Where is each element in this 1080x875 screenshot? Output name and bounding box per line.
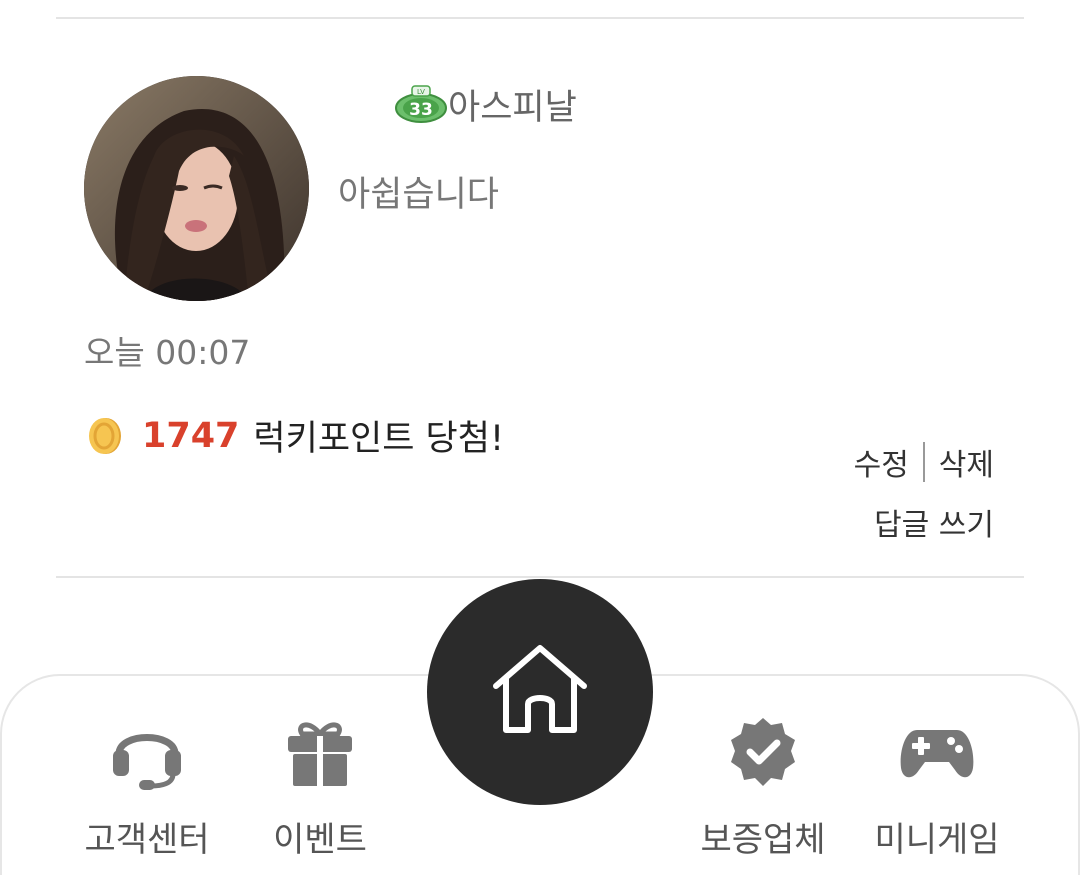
coin-icon xyxy=(86,415,124,457)
nav-minigame[interactable]: 미니게임 xyxy=(852,676,1022,875)
level-prefix: LV xyxy=(417,88,425,96)
nav-guaranteed-partners[interactable]: 보증업체 xyxy=(678,676,848,875)
comment-actions: 수정 삭제 xyxy=(854,440,994,484)
delete-button[interactable]: 삭제 xyxy=(939,440,994,484)
comment-text: 아쉽습니다 xyxy=(338,175,500,215)
home-icon xyxy=(488,642,592,742)
nav-customer-center-label: 고객센터 xyxy=(84,820,210,860)
avatar[interactable] xyxy=(84,76,309,301)
lucky-point-row: 1747 럭키포인트 당첨! xyxy=(86,410,504,461)
bottom-divider xyxy=(56,576,1024,578)
nav-event-label: 이벤트 xyxy=(273,820,367,860)
nav-event[interactable]: 이벤트 xyxy=(235,676,405,875)
lucky-points-value: 1747 xyxy=(142,415,240,456)
nav-minigame-label: 미니게임 xyxy=(874,820,1000,860)
level-number: 33 xyxy=(409,100,433,120)
level-badge: LV 33 xyxy=(394,84,448,124)
username[interactable]: 아스피날 xyxy=(448,79,577,130)
gamepad-icon xyxy=(897,712,977,792)
verified-badge-icon xyxy=(723,712,803,792)
gift-icon xyxy=(280,712,360,792)
action-separator xyxy=(922,442,925,482)
edit-button[interactable]: 수정 xyxy=(854,440,909,484)
comment-page: LV 33 아스피날 아쉽습니다 오늘 00:07 1747 럭키포인트 당첨!… xyxy=(0,0,1080,875)
timestamp: 오늘 00:07 xyxy=(84,333,251,372)
reply-button[interactable]: 답글 쓰기 xyxy=(874,500,994,544)
nav-customer-center[interactable]: 고객센터 xyxy=(62,676,232,875)
lucky-points-text: 럭키포인트 당첨! xyxy=(253,419,504,459)
username-row: LV 33 아스피날 xyxy=(394,80,577,128)
nav-guaranteed-partners-label: 보증업체 xyxy=(700,820,826,860)
top-divider xyxy=(56,17,1024,19)
headset-icon xyxy=(107,712,187,792)
home-button[interactable] xyxy=(427,579,653,805)
